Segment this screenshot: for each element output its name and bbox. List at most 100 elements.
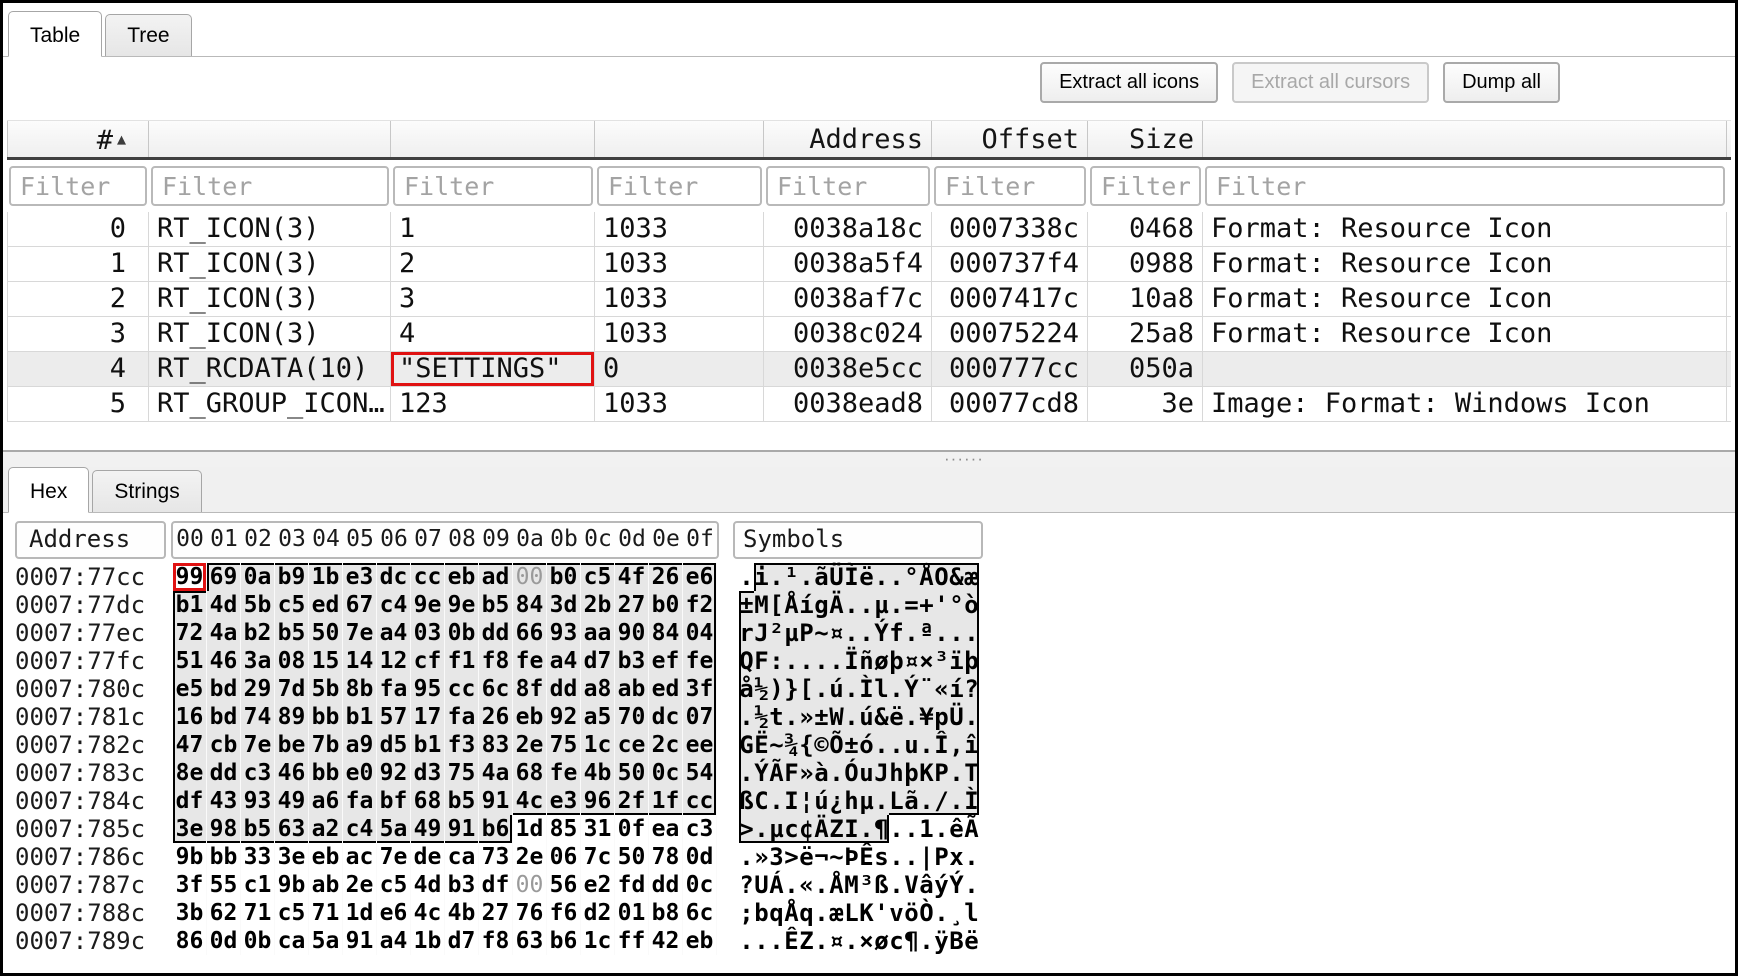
symbol-char[interactable]: .	[799, 647, 814, 675]
hex-byte[interactable]: 2e	[343, 871, 377, 899]
symbol-char[interactable]: ±	[739, 591, 754, 619]
symbol-char[interactable]: ¾	[784, 731, 799, 759]
hex-byte[interactable]: 46	[275, 759, 309, 787]
hex-byte[interactable]: 2f	[615, 787, 649, 815]
symbol-char[interactable]: ¶	[874, 815, 889, 843]
hex-byte[interactable]: 75	[547, 731, 581, 759]
hex-byte[interactable]: 57	[377, 703, 411, 731]
symbol-char[interactable]: U	[754, 871, 769, 899]
hex-byte[interactable]: 0c	[683, 871, 717, 899]
symbol-char[interactable]: F	[754, 647, 769, 675]
symbol-char[interactable]: .	[889, 591, 904, 619]
symbol-char[interactable]: F	[784, 759, 799, 787]
symbol-char[interactable]: Ò	[919, 899, 934, 927]
symbol-char[interactable]: Ì	[859, 675, 874, 703]
symbol-char[interactable]: ú	[829, 675, 844, 703]
hex-byte[interactable]: fa	[377, 675, 411, 703]
hex-byte[interactable]: a4	[377, 619, 411, 647]
symbol-char[interactable]: Å	[784, 591, 799, 619]
hex-byte[interactable]: 63	[275, 815, 309, 843]
hex-byte[interactable]: 4b	[445, 899, 479, 927]
symbol-char[interactable]: 1	[919, 815, 934, 843]
symbol-char[interactable]: .	[814, 871, 829, 899]
symbol-char[interactable]: .	[814, 899, 829, 927]
symbol-char[interactable]: .	[889, 731, 904, 759]
hex-byte[interactable]: bb	[309, 703, 343, 731]
symbol-char[interactable]: ?	[739, 871, 754, 899]
symbol-char[interactable]: ,	[949, 731, 964, 759]
symbol-char[interactable]: Q	[739, 647, 754, 675]
symbol-char[interactable]: .	[844, 591, 859, 619]
symbol-char[interactable]: .	[964, 871, 979, 899]
symbol-char[interactable]: å	[739, 675, 754, 703]
symbol-char[interactable]: &	[949, 563, 964, 591]
hex-byte[interactable]: 62	[207, 899, 241, 927]
hex-byte[interactable]: 89	[275, 703, 309, 731]
symbol-char[interactable]: T	[964, 759, 979, 787]
hex-byte[interactable]: bb	[207, 843, 241, 871]
hex-byte[interactable]: bd	[207, 703, 241, 731]
hex-byte[interactable]: dd	[649, 871, 683, 899]
symbol-char[interactable]: ¶	[904, 927, 919, 955]
hex-byte[interactable]: 8b	[343, 675, 377, 703]
hex-byte[interactable]: 76	[513, 899, 547, 927]
symbol-char[interactable]: æ	[829, 899, 844, 927]
hex-byte[interactable]: 33	[241, 843, 275, 871]
hex-byte[interactable]: 0d	[683, 843, 717, 871]
hex-byte[interactable]: f8	[479, 927, 513, 955]
symbol-char[interactable]: µ	[859, 787, 874, 815]
symbol-char[interactable]: ï	[949, 647, 964, 675]
symbol-char[interactable]: V	[904, 871, 919, 899]
hex-byte[interactable]: 1b	[411, 927, 445, 955]
hex-byte[interactable]: dd	[207, 759, 241, 787]
hex-byte[interactable]: b0	[649, 591, 683, 619]
symbol-char[interactable]: Ý	[754, 759, 769, 787]
dump-all-button[interactable]: Dump all	[1443, 62, 1560, 103]
column-header-col1[interactable]	[149, 121, 391, 157]
hex-byte[interactable]: 9e	[411, 591, 445, 619]
hex-byte[interactable]: cf	[411, 647, 445, 675]
hex-byte[interactable]: ed	[309, 591, 343, 619]
hex-byte[interactable]: 7c	[581, 843, 615, 871]
hex-byte[interactable]: ee	[683, 731, 717, 759]
hex-byte[interactable]: 3b	[173, 899, 207, 927]
hex-byte[interactable]: b6	[547, 927, 581, 955]
symbol-char[interactable]: ×	[919, 647, 934, 675]
symbol-char[interactable]: ã	[814, 563, 829, 591]
hex-byte[interactable]: a8	[581, 675, 615, 703]
hex-byte[interactable]: 00	[513, 871, 547, 899]
symbol-char[interactable]: f	[889, 619, 904, 647]
hex-byte[interactable]: ce	[615, 731, 649, 759]
filter-input-col3[interactable]	[597, 166, 762, 206]
symbol-char[interactable]: K	[859, 899, 874, 927]
symbol-char[interactable]: .	[784, 871, 799, 899]
symbol-char[interactable]: i	[754, 563, 769, 591]
hex-byte[interactable]: 4f	[615, 563, 649, 591]
hex-byte[interactable]: eb	[445, 563, 479, 591]
symbol-char[interactable]: q	[769, 899, 784, 927]
symbol-char[interactable]: .	[829, 759, 844, 787]
filter-input-col6[interactable]	[1090, 166, 1201, 206]
hex-byte[interactable]: b0	[547, 563, 581, 591]
hex-byte[interactable]: 91	[343, 927, 377, 955]
table-row[interactable]: 0 RT_ICON(3) 1 1033 0038a18c 0007338c 0468 Form…	[7, 212, 1731, 247]
hex-byte[interactable]: b9	[275, 563, 309, 591]
symbol-char[interactable]: p	[934, 703, 949, 731]
hex-byte[interactable]: ab	[615, 675, 649, 703]
hex-byte[interactable]: ad	[479, 563, 513, 591]
column-header-[interactable]: # ▲	[7, 121, 149, 157]
hex-byte[interactable]: e6	[683, 563, 717, 591]
symbol-char[interactable]: C	[754, 787, 769, 815]
symbol-char[interactable]: Á	[769, 871, 784, 899]
hex-byte[interactable]: 5b	[309, 675, 343, 703]
symbol-char[interactable]: u	[904, 731, 919, 759]
symbol-char[interactable]: .	[964, 843, 979, 871]
hex-byte[interactable]: 3d	[547, 591, 581, 619]
symbol-char[interactable]: b	[754, 899, 769, 927]
symbol-char[interactable]: Ã	[769, 759, 784, 787]
symbol-char[interactable]: ÿ	[934, 927, 949, 955]
hex-byte[interactable]: 69	[207, 563, 241, 591]
symbol-char[interactable]: J	[874, 759, 889, 787]
symbol-char[interactable]: .	[859, 815, 874, 843]
symbol-char[interactable]: .	[934, 815, 949, 843]
